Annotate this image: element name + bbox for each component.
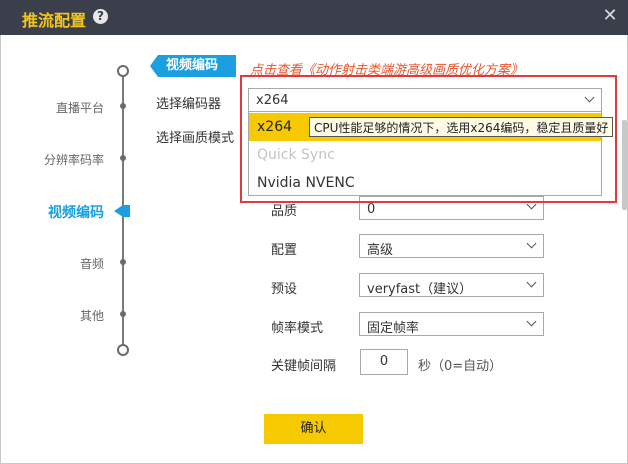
window-title: 推流配置 (22, 11, 87, 30)
timeline-active-marker-box (122, 205, 130, 217)
title-bar: 推流配置 ? ✕ (0, 0, 628, 35)
section-tag-notch (150, 55, 158, 77)
timeline-start-circle (117, 65, 129, 77)
timeline-dot (120, 311, 126, 317)
chevron-down-icon (526, 238, 537, 249)
timeline-end-circle (117, 344, 129, 356)
chevron-down-icon (526, 277, 537, 288)
help-icon[interactable]: ? (93, 9, 108, 24)
nav-item-resolution-bitrate[interactable]: 分辨率码率 (44, 151, 104, 168)
encoder-label: 选择编码器 (156, 97, 222, 112)
framerate-mode-label: 帧率模式 (271, 321, 324, 336)
timeline-dot (120, 103, 126, 109)
nav-item-video-encoding[interactable]: 视频编码 (48, 202, 104, 222)
nav-item-other[interactable]: 其他 (80, 307, 104, 324)
quality-value: 0 (367, 202, 376, 217)
preset-value: veryfast（建议） (367, 282, 473, 297)
section-title: 视频编码 (158, 55, 236, 77)
close-icon[interactable]: ✕ (600, 5, 620, 26)
scrollbar-thumb[interactable] (622, 120, 627, 210)
framerate-mode-value: 固定帧率 (367, 321, 420, 336)
keyframe-label: 关键帧间隔 (271, 359, 337, 374)
profile-select[interactable]: 高级 (359, 234, 544, 258)
keyframe-suffix: 秒（0=自动） (418, 359, 503, 374)
keyframe-input[interactable]: 0 (360, 349, 408, 375)
confirm-button[interactable]: 确认 (264, 414, 363, 444)
profile-value: 高级 (367, 243, 394, 258)
nav-item-live-platform[interactable]: 直播平台 (56, 99, 104, 116)
preset-label: 预设 (271, 282, 298, 297)
highlight-annotation-box (240, 75, 617, 203)
timeline-dot (120, 155, 126, 161)
quality-mode-label: 选择画质模式 (156, 131, 235, 146)
preset-select[interactable]: veryfast（建议） (359, 273, 544, 297)
profile-label: 配置 (271, 243, 298, 258)
timeline-dot (120, 259, 126, 265)
framerate-mode-select[interactable]: 固定帧率 (359, 312, 544, 336)
nav-item-audio[interactable]: 音频 (80, 255, 104, 272)
chevron-down-icon (526, 316, 537, 327)
